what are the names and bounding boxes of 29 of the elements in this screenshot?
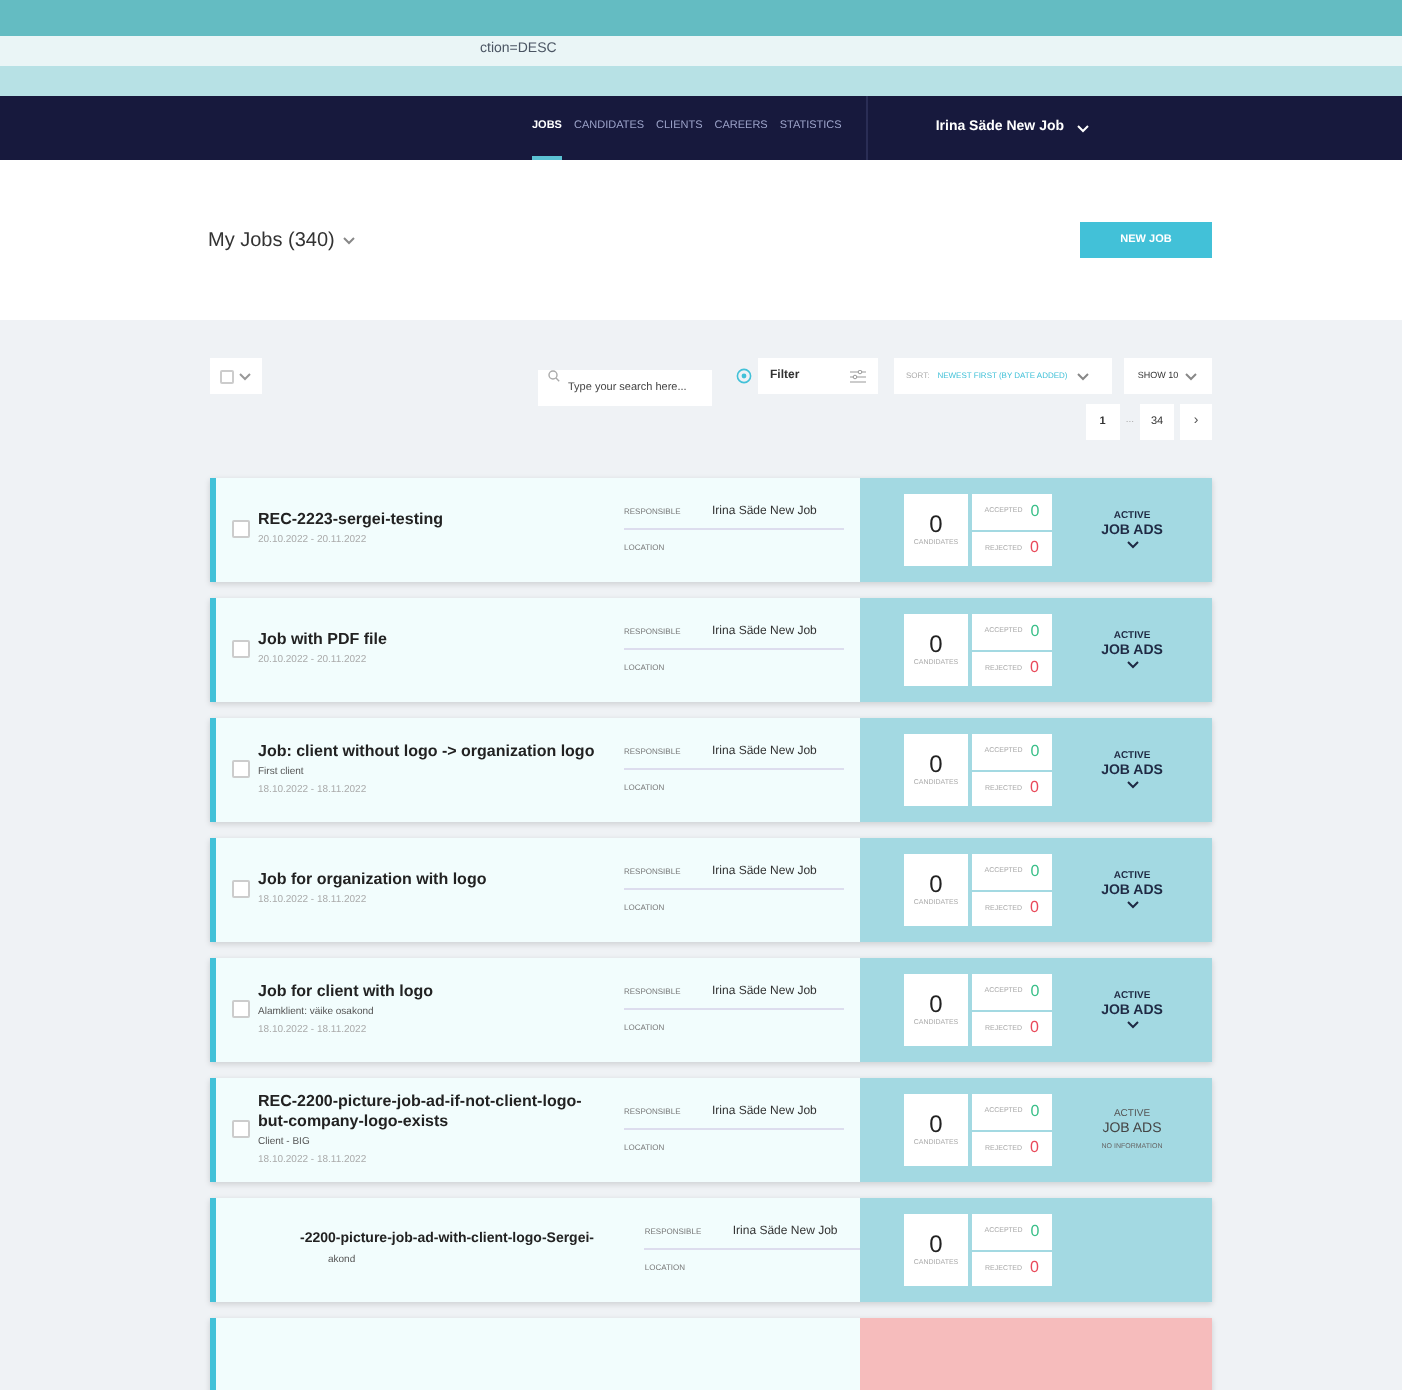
checkbox[interactable] <box>232 880 250 898</box>
chevron-down-icon <box>1125 540 1139 551</box>
checkbox[interactable] <box>220 369 234 383</box>
chevron-down-icon <box>1075 371 1090 381</box>
chevron-down-icon <box>238 371 252 381</box>
job-title[interactable]: Job: client without logo -> organization logo <box>258 741 608 761</box>
job-title[interactable]: Job for client with logo <box>258 981 608 1001</box>
chevron-down-icon <box>1184 371 1199 381</box>
chevron-down-icon <box>1125 900 1139 911</box>
checkbox[interactable] <box>232 520 250 538</box>
job-title[interactable]: REC-2223-sergei-testing <box>258 510 608 531</box>
chevron-down-icon <box>1125 660 1139 671</box>
job-title[interactable]: Job for organization with logo <box>258 870 608 891</box>
checkbox[interactable] <box>232 1000 250 1018</box>
page-title-dropdown[interactable]: My Jobs (340) <box>208 225 357 255</box>
checkbox[interactable] <box>232 1120 250 1138</box>
job-card[interactable] <box>210 1078 1212 1182</box>
checkbox[interactable] <box>232 640 250 658</box>
help-icon <box>736 368 752 384</box>
sliders-icon <box>850 369 866 383</box>
chevron-down-icon <box>1125 1020 1139 1031</box>
job-title[interactable]: REC-2200-picture-job-ad-if-not-client-logo-but-company-logo-exists <box>258 1091 608 1131</box>
select-all-dropdown[interactable] <box>210 358 262 394</box>
chevron-down-icon <box>342 235 357 245</box>
chevron-down-icon <box>1125 780 1139 791</box>
search-icon <box>548 370 560 382</box>
checkbox[interactable] <box>232 760 250 778</box>
chevron-down-icon <box>1076 123 1091 133</box>
job-title[interactable]: Job with PDF file <box>258 630 608 651</box>
